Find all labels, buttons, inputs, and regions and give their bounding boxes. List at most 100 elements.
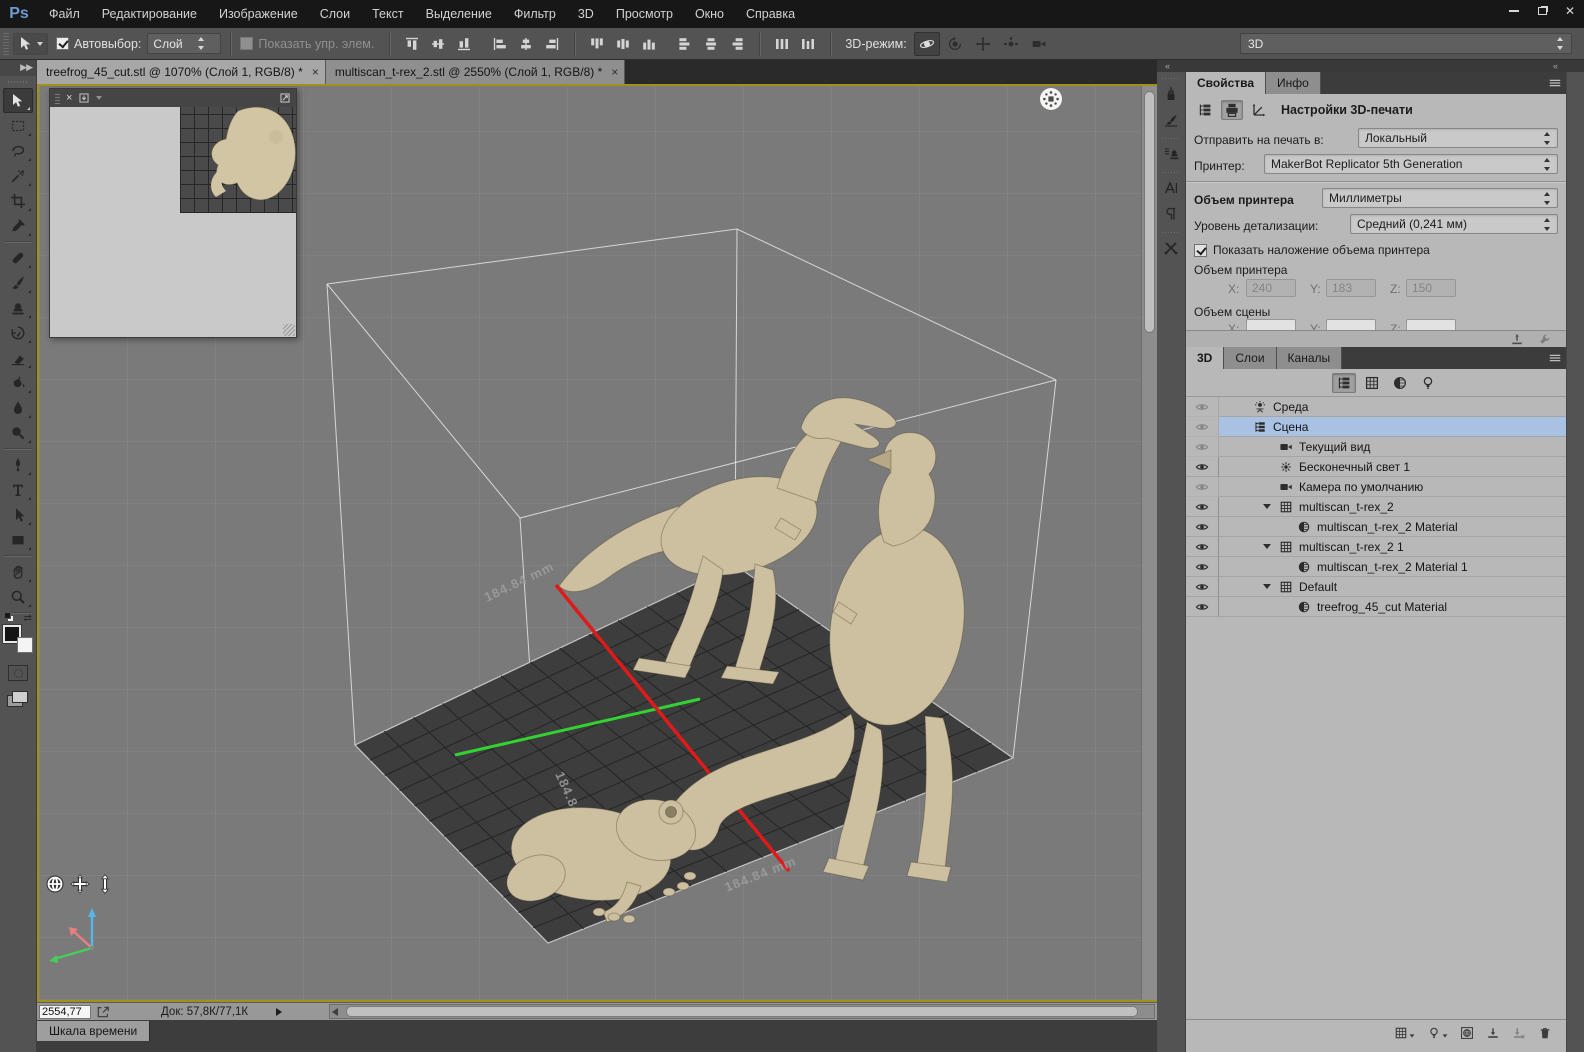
tab-channels[interactable]: Каналы — [1277, 347, 1343, 369]
clone-source-icon[interactable] — [1159, 142, 1183, 166]
chevron-down-icon[interactable] — [96, 96, 102, 100]
visibility-eye-icon[interactable] — [1186, 417, 1219, 437]
close-tab-icon[interactable]: × — [312, 66, 319, 78]
visibility-eye-icon[interactable] — [1186, 497, 1219, 517]
current-tool-button[interactable] — [13, 33, 48, 55]
roll-3d-button[interactable] — [942, 32, 968, 56]
vertical-scrollbar-thumb[interactable] — [1144, 91, 1155, 333]
path-selection-tool[interactable] — [3, 502, 33, 527]
distribute-vcenter-button[interactable] — [611, 33, 635, 55]
zoom-level-field[interactable]: 2554,77 — [39, 1005, 91, 1019]
panel-menu-icon[interactable] — [1548, 76, 1562, 90]
scene-tree-row[interactable]: Сцена — [1186, 417, 1566, 437]
detail-level-dropdown[interactable]: Средний (0,241 мм) — [1350, 214, 1558, 234]
scene-tree-row[interactable]: Среда — [1186, 397, 1566, 417]
brush-tool[interactable] — [3, 270, 33, 295]
infinite-light-widget[interactable] — [1039, 87, 1063, 111]
paint-bucket-tool[interactable] — [3, 370, 33, 395]
brushes-panel-icon[interactable] — [1159, 82, 1183, 106]
3d-viewport[interactable]: 184.84 mm 184.84 mm 184.84 mm — [39, 86, 1141, 1000]
scroll-left-arrow-icon[interactable] — [332, 1008, 338, 1016]
autoselect-target-dropdown[interactable]: Слой — [147, 33, 221, 54]
expander-triangle[interactable] — [1263, 504, 1271, 509]
type-tool[interactable] — [3, 477, 33, 502]
scene-tree-row[interactable]: Default — [1186, 577, 1566, 597]
pan-3d-button[interactable] — [970, 32, 996, 56]
visibility-eye-icon[interactable] — [1186, 537, 1219, 557]
scene-icon[interactable] — [1194, 100, 1216, 120]
volume-units-dropdown[interactable]: Миллиметры — [1322, 188, 1558, 208]
distribute-heights-button[interactable] — [796, 33, 820, 55]
restore-button[interactable] — [1528, 0, 1556, 21]
menubar-item[interactable]: Текст — [361, 7, 414, 21]
printer-dropdown[interactable]: MakerBot Replicator 5th Generation — [1264, 154, 1558, 174]
expander-triangle[interactable] — [1263, 544, 1271, 549]
rectangle-tool[interactable] — [3, 527, 33, 552]
new-mesh-icon[interactable] — [1394, 1026, 1415, 1040]
show-overlay-checkbox[interactable] — [1194, 244, 1207, 257]
resize-grip-icon[interactable] — [283, 324, 295, 336]
camera-3d-button[interactable] — [1026, 32, 1052, 56]
expander-triangle[interactable] — [1263, 584, 1271, 589]
collapse-dock-icon[interactable]: « — [1553, 60, 1558, 72]
move-tool[interactable] — [3, 88, 33, 113]
orbit-view-icon[interactable] — [45, 874, 65, 894]
vertical-scrollbar[interactable] — [1141, 86, 1157, 1000]
axis-gizmo[interactable] — [47, 898, 127, 974]
align-hcenter-button[interactable] — [514, 33, 538, 55]
tab-info[interactable]: Инфо — [1266, 72, 1321, 94]
secondary-view-panel[interactable]: × — [49, 88, 297, 338]
align-vcenter-button[interactable] — [426, 33, 450, 55]
menubar-item[interactable]: Редактирование — [91, 7, 208, 21]
quick-mask-button[interactable] — [8, 665, 28, 681]
scene-tree-row[interactable]: treefrog_45_cut Material — [1186, 597, 1566, 617]
move-to-ground-icon[interactable] — [1486, 1026, 1500, 1040]
send-to-dropdown[interactable]: Локальный — [1358, 128, 1558, 148]
save-view-icon[interactable] — [78, 92, 90, 104]
scene-tree-row[interactable]: multiscan_t-rex_2 1 — [1186, 537, 1566, 557]
distribute-left-button[interactable] — [673, 33, 697, 55]
expand-view-icon[interactable] — [279, 92, 291, 104]
zoom-tool[interactable] — [3, 584, 33, 609]
autoselect-checkbox[interactable] — [56, 37, 69, 50]
menubar-item[interactable]: Справка — [735, 7, 806, 21]
swap-colors-icon[interactable]: ⇄ — [24, 613, 32, 624]
pan-view-icon[interactable] — [70, 874, 90, 894]
scene-tree-row[interactable]: multiscan_t-rex_2 Material 1 — [1186, 557, 1566, 577]
tab-3d[interactable]: 3D — [1186, 347, 1224, 369]
distribute-bottom-button[interactable] — [637, 33, 661, 55]
character-panel-icon[interactable] — [1159, 176, 1183, 200]
align-top-button[interactable] — [400, 33, 424, 55]
align-left-button[interactable] — [488, 33, 512, 55]
menubar-item[interactable]: Изображение — [208, 7, 309, 21]
scene-tree-row[interactable]: Бесконечный свет 1 — [1186, 457, 1566, 477]
menubar-item[interactable]: 3D — [567, 7, 605, 21]
dodge-tool[interactable] — [3, 420, 33, 445]
rectangular-marquee-tool[interactable] — [3, 113, 33, 138]
hand-tool[interactable] — [3, 559, 33, 584]
paragraph-panel-icon[interactable] — [1159, 202, 1183, 226]
background-color-swatch[interactable] — [17, 637, 33, 653]
dolly-view-icon[interactable] — [95, 874, 115, 894]
eyedropper-tool[interactable] — [3, 213, 33, 238]
filter-whole-scene-button[interactable] — [1332, 373, 1356, 393]
tab-layers[interactable]: Слои — [1224, 347, 1276, 369]
spot-healing-brush-tool[interactable] — [3, 245, 33, 270]
print-utilities-icon[interactable] — [1538, 332, 1552, 346]
eraser-tool[interactable] — [3, 345, 33, 370]
tool-presets-icon[interactable] — [1159, 236, 1183, 260]
secondary-view-titlebar[interactable]: × — [50, 89, 296, 107]
menubar-item[interactable]: Выделение — [415, 7, 503, 21]
scene-tree-row[interactable]: multiscan_t-rex_2 Material — [1186, 517, 1566, 537]
collapse-dock-icon[interactable]: « — [1165, 60, 1170, 72]
history-brush-tool[interactable] — [3, 320, 33, 345]
lasso-tool[interactable] — [3, 138, 33, 163]
document-tab-treefrog[interactable]: treefrog_45_cut.stl @ 1070% (Слой 1, RGB… — [37, 60, 326, 84]
filter-lights-button[interactable] — [1416, 373, 1440, 393]
horizontal-scrollbar[interactable] — [329, 1004, 1155, 1019]
clone-stamp-tool[interactable] — [3, 295, 33, 320]
document-tab-trex[interactable]: multiscan_t-rex_2.stl @ 2550% (Слой 1, R… — [326, 60, 625, 84]
scene-tree-row[interactable]: Камера по умолчанию — [1186, 477, 1566, 497]
visibility-eye-icon[interactable] — [1186, 517, 1219, 537]
distribute-widths-button[interactable] — [770, 33, 794, 55]
